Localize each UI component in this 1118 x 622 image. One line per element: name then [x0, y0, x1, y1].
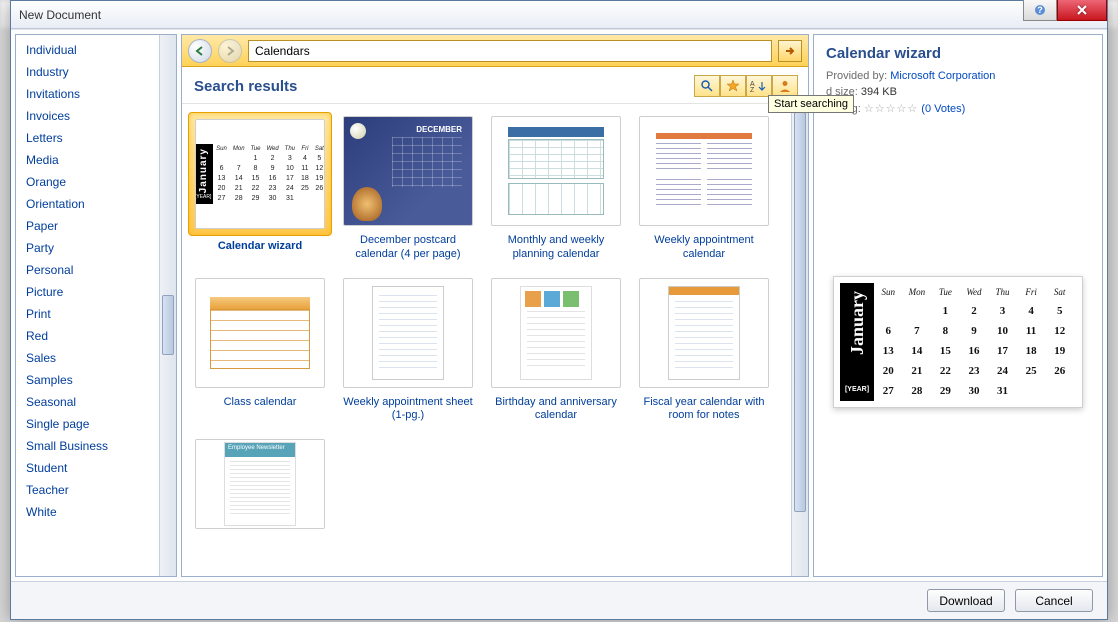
category-item[interactable]: Invoices [16, 105, 159, 127]
tile-label: Birthday and anniversary calendar [491, 396, 621, 424]
category-item[interactable]: Industry [16, 61, 159, 83]
template-tile[interactable]: Monthly and weekly planning calendar [486, 112, 626, 262]
category-item[interactable]: Individual [16, 39, 159, 61]
category-item[interactable]: Orientation [16, 193, 159, 215]
category-item[interactable]: Samples [16, 369, 159, 391]
results-scrollbar[interactable] [791, 104, 808, 576]
download-button[interactable]: Download [927, 589, 1005, 612]
details-title: Calendar wizard [826, 45, 1090, 62]
results-grid: January[YEAR] SunMonTueWedThuFriSat 1234… [182, 104, 791, 576]
tile-label: Fiscal year calendar with room for notes [639, 396, 769, 424]
tile-label: Weekly appointment calendar [639, 234, 769, 262]
nav-bar [182, 35, 808, 67]
template-tile[interactable]: Class calendar [190, 274, 330, 424]
template-tile[interactable]: January[YEAR] SunMonTueWedThuFriSat 1234… [190, 112, 330, 262]
new-document-dialog: New Document ? Individual Industry Invit… [10, 0, 1108, 620]
tile-label: Weekly appointment sheet (1-pg.) [343, 396, 473, 424]
category-item[interactable]: Personal [16, 259, 159, 281]
titlebar: New Document ? [11, 1, 1107, 29]
nav-forward-button[interactable] [218, 39, 242, 63]
category-item[interactable]: Orange [16, 171, 159, 193]
provider-link[interactable]: Microsoft Corporation [890, 70, 995, 82]
scroll-thumb[interactable] [794, 112, 806, 512]
category-item[interactable]: White [16, 501, 159, 523]
search-zoom-icon[interactable] [694, 75, 720, 97]
category-item[interactable]: Picture [16, 281, 159, 303]
category-item[interactable]: Letters [16, 127, 159, 149]
category-pane: Individual Industry Invitations Invoices… [15, 34, 177, 577]
category-item[interactable]: Red [16, 325, 159, 347]
category-item[interactable]: Teacher [16, 479, 159, 501]
center-pane: Search results AZ Start searching [181, 34, 809, 577]
template-tile[interactable]: Birthday and anniversary calendar [486, 274, 626, 424]
details-pane: Calendar wizard Provided by: Microsoft C… [813, 34, 1103, 577]
calendar-wizard-thumb: January[YEAR] SunMonTueWedThuFriSat 1234… [195, 144, 325, 203]
close-button[interactable] [1057, 0, 1107, 21]
category-item[interactable]: Single page [16, 413, 159, 435]
category-list: Individual Industry Invitations Invoices… [16, 35, 159, 576]
breadcrumb-input[interactable] [248, 40, 772, 62]
template-tile[interactable]: Weekly appointment calendar [634, 112, 774, 262]
category-item[interactable]: Seasonal [16, 391, 159, 413]
template-preview: January[YEAR] SunMonTueWedThuFriSat 1234… [833, 276, 1083, 408]
template-tile[interactable]: DECEMBER December postcard calendar (4 p… [338, 112, 478, 262]
tile-label: Monthly and weekly planning calendar [491, 234, 621, 262]
category-item[interactable]: Party [16, 237, 159, 259]
nav-back-button[interactable] [188, 39, 212, 63]
results-header: Search results AZ Start searching [182, 67, 808, 104]
window-title: New Document [19, 8, 101, 22]
favorite-star-icon[interactable] [720, 75, 746, 97]
tile-label: December postcard calendar (4 per page) [343, 234, 473, 262]
template-tile[interactable]: Employee Newsletter [190, 435, 330, 533]
template-tile[interactable]: Weekly appointment sheet (1-pg.) [338, 274, 478, 424]
template-tile[interactable]: Fiscal year calendar with room for notes [634, 274, 774, 424]
svg-text:Z: Z [750, 87, 755, 93]
tooltip: Start searching [768, 95, 854, 113]
user-icon[interactable] [772, 75, 798, 97]
category-item[interactable]: Media [16, 149, 159, 171]
go-button[interactable] [778, 40, 802, 62]
category-item[interactable]: Student [16, 457, 159, 479]
sort-icon[interactable]: AZ [746, 75, 772, 97]
tile-label: Calendar wizard [218, 240, 302, 254]
category-item[interactable]: Invitations [16, 83, 159, 105]
category-item[interactable]: Sales [16, 347, 159, 369]
category-item[interactable]: Print [16, 303, 159, 325]
category-item[interactable]: Small Business [16, 435, 159, 457]
help-button[interactable]: ? [1023, 0, 1057, 21]
rating-stars: ☆☆☆☆☆ [864, 103, 918, 115]
dialog-footer: Download Cancel [11, 581, 1107, 619]
cancel-button[interactable]: Cancel [1015, 589, 1093, 612]
svg-text:?: ? [1037, 5, 1043, 15]
tile-label: Class calendar [224, 396, 297, 410]
left-scrollbar[interactable] [159, 35, 176, 576]
category-item[interactable]: Paper [16, 215, 159, 237]
scroll-thumb[interactable] [162, 295, 174, 355]
results-heading: Search results [194, 78, 694, 95]
